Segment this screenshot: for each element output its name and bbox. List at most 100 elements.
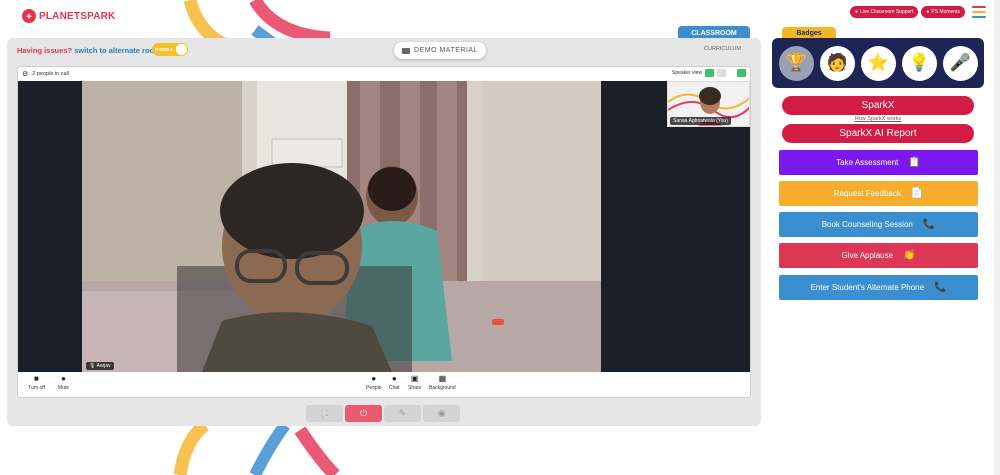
room-toggle[interactable]: ROOM 2: [152, 43, 188, 56]
self-participant-tile[interactable]: Sanaa Agboatwala (You): [667, 81, 750, 127]
main-participant-tag: 🎙 Aarjav: [86, 362, 114, 370]
star-badge-icon[interactable]: ⭐: [861, 45, 896, 81]
brand-logo[interactable]: ✦ PLANETSPARK: [22, 9, 115, 23]
pen-button[interactable]: ✎: [384, 405, 421, 422]
people-label: People: [366, 385, 382, 391]
camera-icon: ■: [34, 374, 39, 383]
issues-notice: Having issues? switch to alternate room: [17, 46, 161, 55]
sparkx-report-button[interactable]: SparkX AI Report: [782, 124, 974, 143]
chat-icon: ●: [391, 374, 397, 383]
badges-panel: 🏆 🧑 ⭐ 💡 🎤: [772, 38, 984, 88]
live-support-button[interactable]: ● Live Classroom Support: [849, 6, 919, 18]
microphone-icon: ●: [61, 374, 66, 383]
logo-mark-icon: ✦: [22, 9, 36, 23]
live-support-label: Live Classroom Support: [859, 9, 914, 15]
classroom-toolbar: ⛶ ⏻ ✎ ◉: [306, 405, 460, 422]
people-count: 2 people in call: [32, 70, 69, 77]
support-icon: ●: [854, 9, 858, 15]
logo-text: PLANETSPARK: [39, 10, 116, 22]
power-icon: ⏻: [359, 408, 368, 418]
phone-icon: 📞: [934, 282, 947, 293]
ps-moments-button[interactable]: ● PS Moments: [921, 6, 965, 18]
page-scrollbar[interactable]: [994, 0, 1000, 475]
end-class-button[interactable]: ⏻: [345, 405, 382, 422]
classroom-panel: Having issues? switch to alternate room …: [7, 38, 761, 426]
book-counseling-button[interactable]: Book Counseling Session 📞: [779, 212, 978, 237]
main-participant-name: Aarjav: [96, 363, 111, 369]
palette-icon: ◉: [437, 408, 446, 418]
issues-text: Having issues?: [17, 46, 75, 55]
top-right-actions: ● Live Classroom Support ● PS Moments: [849, 6, 986, 18]
alternate-room-link[interactable]: switch to alternate room: [74, 46, 161, 55]
video-area: 🎙 Aarjav Sanaa Agboatwala (You): [18, 81, 750, 372]
video-call-frame: ⚙ 2 people in call Speaker view 🎙 Aarjav…: [17, 66, 751, 398]
thinker-badge-icon[interactable]: 🧑: [820, 45, 855, 81]
phone-icon: 📞: [922, 219, 936, 230]
folder-icon: [402, 47, 411, 54]
mute-button[interactable]: ● Mute: [58, 374, 70, 392]
badges-label: Badges: [796, 30, 822, 37]
request-feedback-label: Request Feedback: [833, 189, 901, 198]
document-icon: 📄: [910, 188, 924, 199]
idea-badge-icon[interactable]: 💡: [902, 45, 937, 81]
mic-off-icon: 🎙: [89, 363, 96, 369]
demo-material-label: DEMO MATERIAL: [414, 47, 478, 54]
request-feedback-button[interactable]: Request Feedback 📄: [779, 181, 978, 206]
speaker-view-icon[interactable]: [705, 69, 714, 77]
background-icon: ▦: [438, 374, 447, 383]
chat-button[interactable]: ● Chat: [389, 374, 400, 392]
give-applause-button[interactable]: Give Applause 👏: [779, 243, 978, 268]
share-button[interactable]: ▣ Share: [408, 374, 422, 392]
call-top-bar: ⚙ 2 people in call: [18, 67, 750, 80]
sparkx-label: SparkX: [861, 100, 895, 111]
tab-curriculum-label: CURRICULUM: [704, 46, 741, 52]
take-assessment-button[interactable]: Take Assessment 📋: [779, 150, 978, 175]
demo-material-button[interactable]: DEMO MATERIAL: [394, 42, 486, 59]
clap-icon: 👏: [903, 250, 916, 261]
ps-moments-label: PS Moments: [931, 9, 960, 15]
palette-button[interactable]: ◉: [423, 405, 460, 422]
background-button[interactable]: ▦ Background: [429, 374, 456, 392]
gear-icon[interactable]: ⚙: [22, 70, 28, 78]
sparkx-report-label: SparkX AI Report: [839, 128, 917, 139]
sparkx-button[interactable]: SparkX: [782, 96, 974, 115]
classroom-page: ✦ PLANETSPARK ● Live Classroom Support ●…: [0, 0, 1000, 475]
how-sparkx-works-link[interactable]: How SparkX works: [782, 116, 974, 122]
people-icon: ●: [371, 374, 377, 383]
speaker-view-label: Speaker view: [671, 70, 702, 76]
video-frame-illustration: [82, 81, 601, 372]
share-label: Share: [408, 385, 422, 391]
self-participant-tag: Sanaa Agboatwala (You): [670, 117, 731, 125]
pen-icon: ✎: [398, 408, 407, 418]
take-assessment-label: Take Assessment: [836, 158, 899, 167]
fullscreen-icon: ⛶: [321, 408, 328, 418]
alternate-phone-label: Enter Student's Alternate Phone: [810, 283, 925, 292]
camera-label: Turn off: [28, 385, 45, 391]
call-controls: ■ Turn off ● Mute ● People ● Chat ▣ Shar…: [18, 371, 750, 397]
fullscreen-button[interactable]: ⛶: [306, 405, 343, 422]
self-participant-name: Sanaa Agboatwala (You): [673, 118, 728, 124]
book-counseling-label: Book Counseling Session: [821, 220, 913, 229]
camera-button[interactable]: ■ Turn off: [28, 374, 45, 392]
toggle-knob: [176, 44, 187, 55]
mute-label: Mute: [58, 385, 70, 391]
background-label: Background: [429, 385, 456, 391]
speaker-badge-icon[interactable]: 🎤: [943, 45, 978, 81]
people-button[interactable]: ● People: [366, 374, 382, 392]
expand-icon[interactable]: [737, 69, 746, 77]
tab-classroom-label: CLASSROOM: [691, 29, 737, 37]
room-toggle-label: ROOM 2: [155, 47, 173, 52]
clipboard-icon: 📋: [908, 157, 921, 168]
tab-curriculum[interactable]: CURRICULUM: [704, 46, 741, 52]
grid-view-icon[interactable]: [717, 69, 726, 77]
how-sparkx-label: How SparkX works: [854, 116, 902, 122]
view-switcher: Speaker view: [672, 69, 746, 77]
chat-label: Chat: [389, 385, 400, 391]
main-participant-video[interactable]: 🎙 Aarjav: [82, 81, 601, 372]
menu-icon[interactable]: [972, 6, 986, 18]
alternate-phone-button[interactable]: Enter Student's Alternate Phone 📞: [779, 275, 978, 300]
moments-icon: ●: [926, 9, 930, 15]
give-applause-label: Give Applause: [841, 251, 894, 260]
trophy-badge-icon[interactable]: 🏆: [779, 45, 814, 81]
share-icon: ▣: [410, 374, 419, 383]
